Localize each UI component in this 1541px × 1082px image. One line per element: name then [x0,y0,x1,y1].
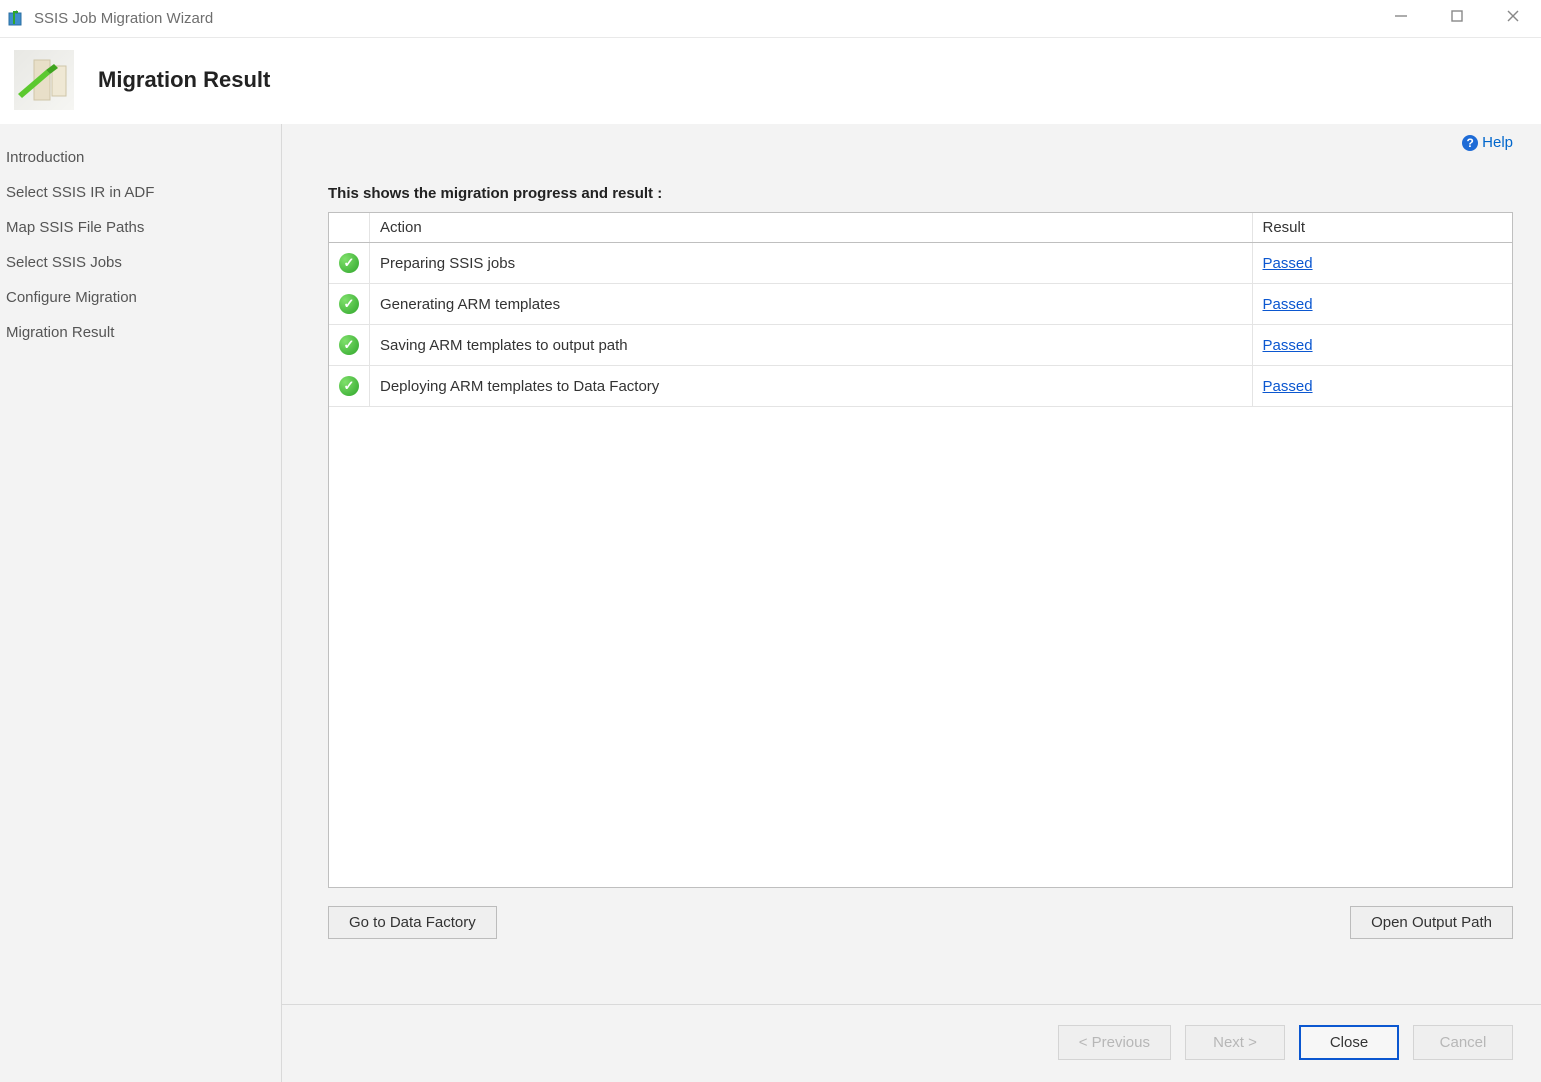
result-link[interactable]: Passed [1263,296,1313,313]
close-window-button[interactable] [1503,9,1523,28]
table-row: ✓ Deploying ARM templates to Data Factor… [329,366,1512,407]
result-link[interactable]: Passed [1263,378,1313,395]
previous-button: < Previous [1058,1025,1171,1060]
window-title: SSIS Job Migration Wizard [34,10,213,27]
table-row: ✓ Saving ARM templates to output path Pa… [329,325,1512,366]
result-link[interactable]: Passed [1263,337,1313,354]
content-pane: ? Help This shows the migration progress… [282,124,1541,1082]
help-icon: ? [1462,135,1478,151]
column-header-status-icon [329,213,370,243]
action-cell: Deploying ARM templates to Data Factory [370,366,1253,407]
panel-caption: This shows the migration progress and re… [328,185,1513,202]
action-cell: Preparing SSIS jobs [370,243,1253,284]
sidebar-item-introduction[interactable]: Introduction [6,140,281,175]
column-header-result: Result [1252,213,1512,243]
wizard-footer: < Previous Next > Close Cancel [282,1004,1541,1082]
action-cell: Generating ARM templates [370,284,1253,325]
column-header-action: Action [370,213,1253,243]
wizard-steps-sidebar: Introduction Select SSIS IR in ADF Map S… [0,124,282,1082]
check-icon: ✓ [339,294,359,314]
result-link[interactable]: Passed [1263,255,1313,272]
sidebar-item-select-ssis-jobs[interactable]: Select SSIS Jobs [6,245,281,280]
open-output-path-button[interactable]: Open Output Path [1350,906,1513,939]
results-table: Action Result ✓ Preparing SSIS jobs Pass… [329,213,1512,407]
minimize-button[interactable] [1391,9,1411,28]
table-row: ✓ Preparing SSIS jobs Passed [329,243,1512,284]
page-header: Migration Result [0,38,1541,124]
sidebar-item-configure-migration[interactable]: Configure Migration [6,280,281,315]
close-button[interactable]: Close [1299,1025,1399,1060]
check-icon: ✓ [339,376,359,396]
action-cell: Saving ARM templates to output path [370,325,1253,366]
check-icon: ✓ [339,335,359,355]
wizard-logo-icon [14,50,74,110]
title-bar: SSIS Job Migration Wizard [0,0,1541,38]
sidebar-item-map-file-paths[interactable]: Map SSIS File Paths [6,210,281,245]
page-title: Migration Result [98,67,270,93]
help-link[interactable]: ? Help [1462,134,1513,151]
table-row: ✓ Generating ARM templates Passed [329,284,1512,325]
go-to-data-factory-button[interactable]: Go to Data Factory [328,906,497,939]
app-icon [8,10,26,28]
sidebar-item-migration-result[interactable]: Migration Result [6,315,281,350]
next-button: Next > [1185,1025,1285,1060]
check-icon: ✓ [339,253,359,273]
cancel-button: Cancel [1413,1025,1513,1060]
sidebar-item-select-ssis-ir[interactable]: Select SSIS IR in ADF [6,175,281,210]
maximize-button[interactable] [1447,9,1467,28]
results-table-container: Action Result ✓ Preparing SSIS jobs Pass… [328,212,1513,888]
help-label: Help [1482,134,1513,151]
